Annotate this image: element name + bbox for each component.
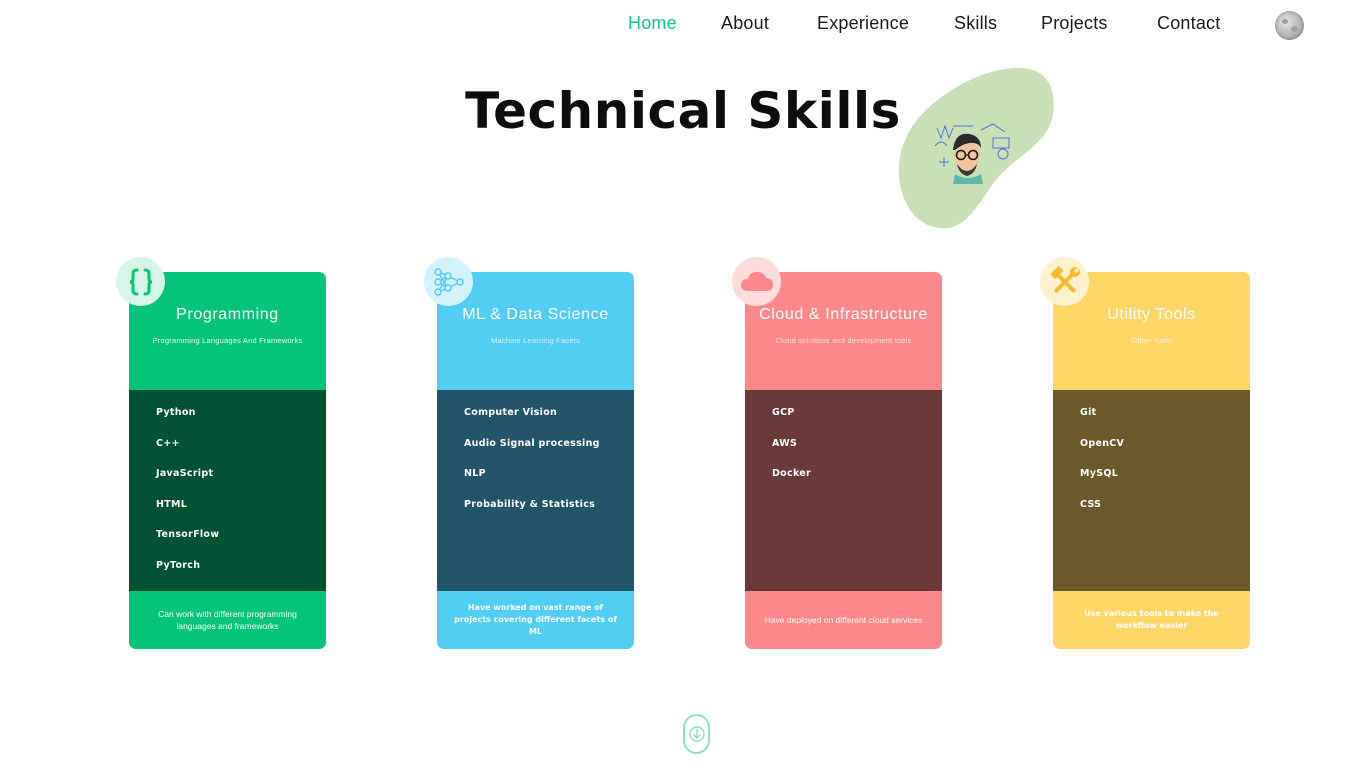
nav-projects[interactable]: Projects	[1041, 13, 1108, 34]
curly-braces-icon	[116, 257, 165, 306]
nav-skills[interactable]: Skills	[954, 13, 997, 34]
skill-item: Git	[1080, 407, 1097, 418]
card-title: Utility Tools	[1107, 306, 1196, 323]
skill-item: JavaScript	[156, 468, 214, 479]
skill-item: CSS	[1080, 498, 1102, 510]
skill-item: MySQL	[1080, 468, 1119, 479]
card-skill-list: GCP AWS Docker	[745, 390, 942, 591]
card-skill-list: Python C++ JavaScript HTML TensorFlow Py…	[129, 390, 326, 591]
card-footer: Have deployed on different cloud service…	[745, 591, 942, 649]
skill-item: GCP	[772, 407, 795, 418]
card-subtitle: Cloud solutions and development tools	[775, 336, 912, 345]
card-note: Have worked on vast range of projects co…	[454, 603, 617, 636]
skill-card-cloud: Cloud & Infrastructure Cloud solutions a…	[732, 257, 942, 649]
skill-item: Computer Vision	[464, 407, 558, 418]
card-subtitle: Machine Learning Facets	[491, 336, 580, 345]
card-footer: Can work with different programming lang…	[129, 591, 326, 649]
card-title: Cloud & Infrastructure	[759, 306, 928, 323]
nav-about[interactable]: About	[721, 13, 769, 34]
skill-item: C++	[156, 437, 180, 449]
skill-card-programming: Programming Programming Languages And Fr…	[116, 257, 326, 649]
skill-item: PyTorch	[156, 559, 201, 571]
skill-card-ml: ML & Data Science Machine Learning Facet…	[424, 257, 634, 649]
skill-card-tools: Utility Tools Other Tools Git OpenCV MyS…	[1040, 257, 1250, 649]
card-skill-list: Git OpenCV MySQL CSS	[1053, 390, 1250, 591]
skill-item: Python	[156, 407, 196, 418]
card-footer: Use various tools to make the workflow e…	[1053, 591, 1250, 649]
skill-item: AWS	[772, 437, 798, 449]
card-title: Programming	[176, 306, 279, 323]
skill-item: TensorFlow	[156, 529, 220, 540]
skill-item: OpenCV	[1080, 437, 1125, 449]
profile-avatar	[898, 67, 1054, 229]
card-note: Have deployed on different cloud service…	[764, 615, 923, 625]
nav-contact[interactable]: Contact	[1157, 13, 1220, 34]
skill-item: HTML	[156, 498, 188, 510]
card-note: Can work with different programming lang…	[158, 609, 297, 631]
card-skill-list: Computer Vision Audio Signal processing …	[437, 390, 634, 591]
nav-experience[interactable]: Experience	[817, 13, 909, 34]
top-nav: Home About Experience Skills Projects Co…	[0, 0, 1366, 50]
skill-item: Docker	[772, 468, 812, 479]
card-footer: Have worked on vast range of projects co…	[437, 591, 634, 649]
hammer-wrench-icon	[1040, 257, 1089, 306]
arrow-down-icon	[688, 726, 705, 742]
skill-item: NLP	[464, 468, 486, 479]
scroll-down-button[interactable]	[683, 714, 710, 754]
nav-home[interactable]: Home	[628, 13, 677, 34]
neural-network-icon	[424, 257, 473, 306]
card-subtitle: Programming Languages And Frameworks	[152, 336, 303, 345]
cloud-icon	[732, 257, 781, 306]
skill-item: Probability & Statistics	[464, 498, 596, 510]
card-title: ML & Data Science	[462, 306, 609, 323]
card-subtitle: Other Tools	[1131, 336, 1172, 345]
card-note: Use various tools to make the workflow e…	[1084, 609, 1219, 630]
page-title: Technical Skills	[465, 82, 901, 140]
skill-item: Audio Signal processing	[464, 437, 600, 449]
moon-icon[interactable]	[1275, 11, 1304, 40]
